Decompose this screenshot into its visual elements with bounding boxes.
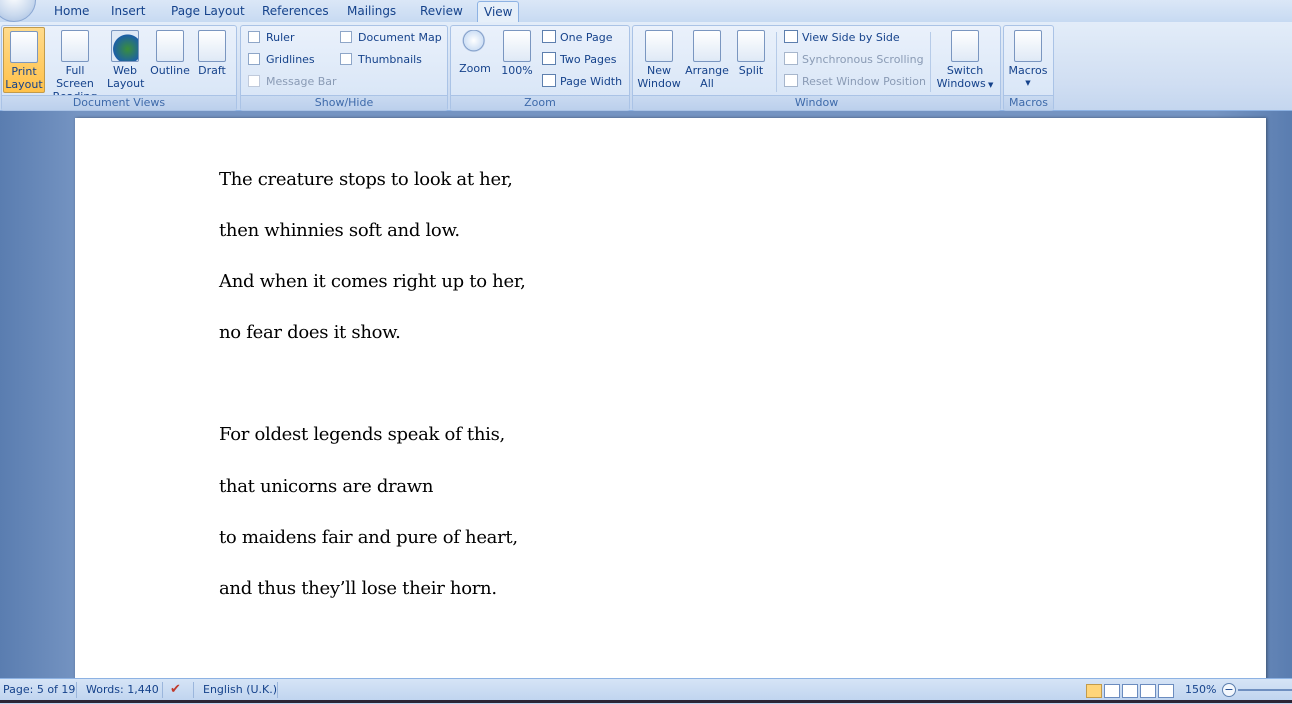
message-bar-checkbox: Message Bar xyxy=(248,73,337,91)
one-page-icon xyxy=(542,30,556,43)
document-line[interactable]: no fear does it show. xyxy=(219,322,401,343)
draft-button[interactable]: Draft xyxy=(195,27,229,77)
two-pages-icon xyxy=(542,52,556,65)
reset-window-position-button: Reset Window Position xyxy=(784,73,926,91)
page-count-status[interactable]: Page: 5 of 19 xyxy=(3,679,75,701)
document-line[interactable]: and thus they’ll lose their horn. xyxy=(219,578,497,599)
ruler-checkbox[interactable]: Ruler xyxy=(248,29,294,47)
office-button[interactable] xyxy=(0,0,36,22)
zoom-out-icon[interactable]: − xyxy=(1222,683,1236,697)
proofing-icon[interactable]: ✔ xyxy=(170,679,181,701)
thumbnails-checkbox[interactable]: Thumbnails xyxy=(340,51,422,69)
checkbox-icon xyxy=(340,53,352,65)
group-macros: Macros ▼ Macros xyxy=(1003,25,1054,111)
split-button[interactable]: Split xyxy=(733,27,769,77)
checkbox-icon xyxy=(248,53,260,65)
page-width-button[interactable]: Page Width xyxy=(542,73,622,91)
view-side-by-side-button[interactable]: View Side by Side xyxy=(784,29,900,47)
document-page[interactable]: The creature stops to look at her, then … xyxy=(75,118,1266,688)
draft-icon xyxy=(198,30,226,62)
page-100-icon xyxy=(503,30,531,62)
tab-review[interactable]: Review xyxy=(414,3,469,21)
outline-icon xyxy=(156,30,184,62)
one-page-button[interactable]: One Page xyxy=(542,29,613,47)
document-line[interactable]: that unicorns are drawn xyxy=(219,476,434,497)
group-show-hide: Ruler Gridlines Message Bar Document Map… xyxy=(240,25,448,111)
side-by-side-icon xyxy=(784,30,798,43)
tab-references[interactable]: References xyxy=(256,3,335,21)
full-screen-reading-view-icon[interactable] xyxy=(1104,684,1120,698)
checkbox-icon xyxy=(248,31,260,43)
tab-insert[interactable]: Insert xyxy=(105,3,151,21)
divider xyxy=(277,682,278,698)
language-status[interactable]: English (U.K.) xyxy=(203,679,277,701)
macros-button[interactable]: Macros ▼ xyxy=(1006,27,1050,90)
web-layout-button[interactable]: Web Layout xyxy=(107,27,144,90)
sync-scroll-icon xyxy=(784,52,798,65)
divider xyxy=(76,682,77,698)
tab-home[interactable]: Home xyxy=(48,3,95,21)
checkbox-icon xyxy=(248,75,260,87)
split-icon xyxy=(737,30,765,62)
group-window: New Window Arrange All Split View Side b… xyxy=(632,25,1001,111)
divider xyxy=(776,32,777,92)
group-document-views: Print Layout Full Screen Reading Web Lay… xyxy=(1,25,237,111)
print-layout-view-icon[interactable] xyxy=(1086,684,1102,698)
tab-view[interactable]: View xyxy=(477,1,520,23)
divider xyxy=(162,682,163,698)
zoom-slider[interactable] xyxy=(1238,689,1292,691)
document-line[interactable]: to maidens fair and pure of heart, xyxy=(219,527,518,548)
document-map-checkbox[interactable]: Document Map xyxy=(340,29,442,47)
dropdown-arrow-icon: ▼ xyxy=(985,81,994,89)
group-label-document-views: Document Views xyxy=(2,95,236,110)
draft-view-icon[interactable] xyxy=(1158,684,1174,698)
full-screen-reading-icon xyxy=(61,30,89,62)
switch-windows-button[interactable]: Switch Windows ▼ xyxy=(935,27,995,92)
dropdown-arrow-icon: ▼ xyxy=(1025,79,1031,87)
synchronous-scrolling-button: Synchronous Scrolling xyxy=(784,51,924,69)
web-layout-view-icon[interactable] xyxy=(1122,684,1138,698)
checkbox-icon xyxy=(340,31,352,43)
document-line[interactable]: then whinnies soft and low. xyxy=(219,220,460,241)
arrange-all-button[interactable]: Arrange All xyxy=(685,27,729,90)
zoom-100-button[interactable]: 100% xyxy=(499,27,535,77)
two-pages-button[interactable]: Two Pages xyxy=(542,51,616,69)
new-window-button[interactable]: New Window xyxy=(636,27,682,90)
divider xyxy=(930,32,931,92)
group-label-zoom: Zoom xyxy=(451,95,629,110)
reset-position-icon xyxy=(784,74,798,87)
web-layout-icon xyxy=(111,30,139,62)
document-line[interactable]: The creature stops to look at her, xyxy=(219,169,513,190)
document-line[interactable]: For oldest legends speak of this, xyxy=(219,424,505,445)
new-window-icon xyxy=(645,30,673,62)
gridlines-checkbox[interactable]: Gridlines xyxy=(248,51,315,69)
zoom-button[interactable]: Zoom xyxy=(457,27,493,75)
group-label-show-hide: Show/Hide xyxy=(241,95,447,110)
group-zoom: Zoom 100% One Page Two Pages Page Width … xyxy=(450,25,630,111)
macros-icon xyxy=(1014,30,1042,62)
outline-button[interactable]: Outline xyxy=(148,27,192,77)
page-width-icon xyxy=(542,74,556,87)
print-layout-icon xyxy=(10,31,38,63)
group-label-window: Window xyxy=(633,95,1000,110)
group-label-macros: Macros xyxy=(1004,95,1053,110)
arrange-all-icon xyxy=(693,30,721,62)
tab-mailings[interactable]: Mailings xyxy=(341,3,402,21)
print-layout-button[interactable]: Print Layout xyxy=(3,27,45,93)
word-count-status[interactable]: Words: 1,440 xyxy=(86,679,159,701)
zoom-level[interactable]: 150% xyxy=(1185,679,1216,701)
tab-page-layout[interactable]: Page Layout xyxy=(165,3,251,21)
ribbon: Print Layout Full Screen Reading Web Lay… xyxy=(0,22,1292,111)
full-screen-reading-button[interactable]: Full Screen Reading xyxy=(46,27,104,103)
document-area: The creature stops to look at her, then … xyxy=(0,111,1292,688)
divider xyxy=(193,682,194,698)
magnifier-icon xyxy=(462,30,488,60)
ribbon-tab-bar: Home Insert Page Layout References Maili… xyxy=(0,0,1292,23)
switch-windows-icon xyxy=(951,30,979,62)
document-line[interactable]: And when it comes right up to her, xyxy=(219,271,526,292)
outline-view-icon[interactable] xyxy=(1140,684,1156,698)
